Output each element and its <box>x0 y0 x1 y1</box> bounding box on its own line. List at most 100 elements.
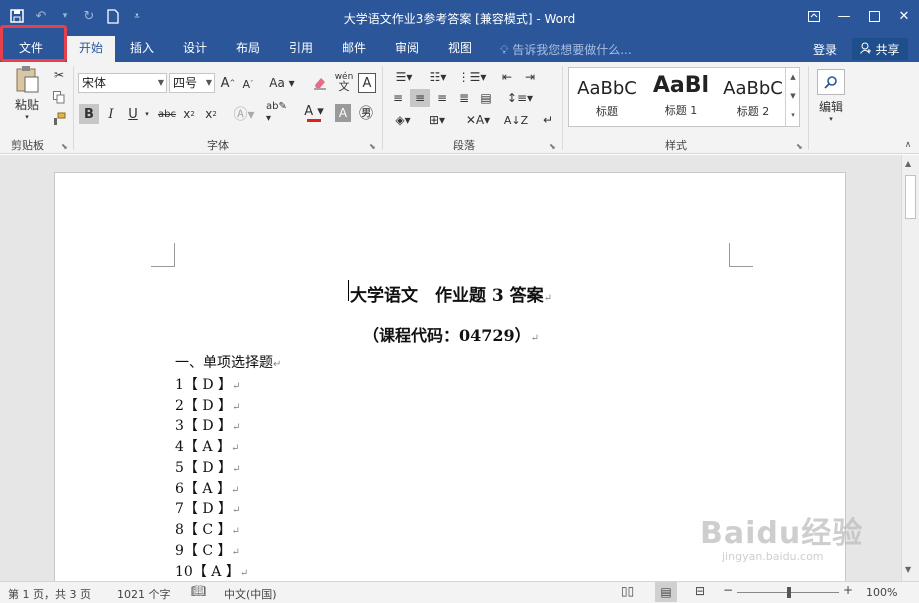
highlight-color-button[interactable]: ab✎ ▾ <box>266 101 294 124</box>
paragraph-mark: ↵ <box>232 464 241 475</box>
watermark-brand: Baidu经验 <box>700 516 864 551</box>
style-sample: AaBl <box>652 73 710 98</box>
scroll-down-icon[interactable]: ▼ <box>905 565 911 574</box>
tab-insert[interactable]: 插入 <box>122 36 162 62</box>
line-spacing-icon[interactable]: ↕≡▾ <box>505 89 535 107</box>
vertical-scrollbar[interactable]: ▲ ▼ <box>901 155 919 581</box>
styles-scroll[interactable]: ▲ ▼ ▾ <box>785 68 800 126</box>
answer-number: 5 <box>175 460 184 476</box>
tab-layout[interactable]: 布局 <box>228 36 268 62</box>
paragraph-group-label: 段落 <box>453 139 475 152</box>
clipboard-launcher-icon[interactable]: ⬊ <box>61 142 68 151</box>
tab-view[interactable]: 视图 <box>440 36 480 62</box>
tab-home[interactable]: 开始 <box>67 36 115 62</box>
ribbon-display-options-icon[interactable] <box>799 0 829 32</box>
collapse-ribbon-icon[interactable]: ∧ <box>901 138 915 152</box>
align-left-icon[interactable]: ≡ <box>388 89 408 107</box>
numbering-icon[interactable]: ☷▾ <box>422 68 454 86</box>
read-mode-icon[interactable]: ▯▯ <box>621 584 634 598</box>
answer-value: D <box>202 418 214 434</box>
shrink-font-icon[interactable]: Aˇ <box>240 75 256 93</box>
paragraph-mark: ↵ <box>239 568 249 579</box>
language-indicator[interactable]: 中文(中国) <box>224 586 277 602</box>
paste-button[interactable]: 粘贴 ▾ <box>10 66 44 121</box>
styles-launcher-icon[interactable]: ⬊ <box>796 142 803 151</box>
font-color-button[interactable]: A ▾ <box>300 102 328 124</box>
login-button[interactable]: 登录 <box>813 41 837 58</box>
answer-line: 2【 D 】↵ <box>175 398 241 414</box>
character-border-icon[interactable]: A <box>358 73 376 93</box>
tab-review[interactable]: 审阅 <box>387 36 427 62</box>
show-formatting-icon[interactable]: ↵ <box>540 111 556 129</box>
group-divider <box>382 66 383 150</box>
tab-mailings[interactable]: 邮件 <box>334 36 374 62</box>
tell-me-text: 告诉我您想要做什么... <box>512 43 632 57</box>
character-shading-icon[interactable]: A <box>335 104 351 122</box>
phonetic-guide-icon[interactable]: wén 文 <box>334 70 354 94</box>
subscript-button[interactable]: x2 <box>180 104 198 124</box>
close-icon[interactable]: ✕ <box>889 0 919 32</box>
chevron-down-icon[interactable]: ▼ <box>786 87 800 106</box>
justify-icon[interactable]: ≣ <box>454 89 474 107</box>
print-layout-icon[interactable]: ▤ <box>655 582 677 602</box>
change-case-icon[interactable]: Aa ▾ <box>268 73 296 93</box>
underline-dropdown-icon[interactable]: ▾ <box>142 108 152 120</box>
minimize-icon[interactable]: — <box>829 0 859 32</box>
more-styles-icon[interactable]: ▾ <box>786 106 800 125</box>
tab-references[interactable]: 引用 <box>281 36 321 62</box>
style-heading-1[interactable]: AaBl 标题 1 <box>645 68 717 126</box>
copy-icon[interactable] <box>50 88 68 106</box>
scroll-thumb[interactable] <box>905 175 916 219</box>
maximize-icon[interactable] <box>859 0 889 32</box>
align-right-icon[interactable]: ≡ <box>432 89 452 107</box>
enclose-characters-icon[interactable]: ㊚ <box>356 103 376 123</box>
web-layout-icon[interactable]: ⊟ <box>695 584 705 598</box>
align-center-icon[interactable]: ≡ <box>410 89 430 107</box>
scroll-up-icon[interactable]: ▲ <box>905 159 911 168</box>
style-title[interactable]: AaBbC 标题 <box>571 68 643 126</box>
font-name-combo[interactable]: 宋体 ▼ <box>78 73 167 93</box>
tell-me-search[interactable]: 💡︎ 告诉我您想要做什么... <box>500 41 632 58</box>
grow-font-icon[interactable]: A ^ <box>220 73 236 93</box>
editing-button[interactable]: 编辑 ▾ <box>814 66 848 126</box>
share-button[interactable]: 共享 <box>852 38 908 60</box>
paragraph-mark: ↵ <box>232 402 241 413</box>
text-effects-icon[interactable]: Ⓐ▾ <box>232 104 256 124</box>
cut-icon[interactable]: ✂ <box>50 66 68 84</box>
increase-indent-icon[interactable]: ⇥ <box>520 68 540 86</box>
italic-button[interactable]: I <box>102 104 120 124</box>
chevron-up-icon[interactable]: ▲ <box>786 68 800 87</box>
strikethrough-button[interactable]: abc <box>156 104 178 124</box>
decrease-indent-icon[interactable]: ⇤ <box>497 68 517 86</box>
bullets-icon[interactable]: ☰▾ <box>388 68 420 86</box>
sort-icon[interactable]: A↓Z <box>504 111 528 129</box>
zoom-slider-thumb[interactable] <box>787 587 791 598</box>
bold-button[interactable]: B <box>79 104 99 124</box>
underline-button[interactable]: U <box>124 104 142 124</box>
answer-number: 7 <box>175 501 184 517</box>
margin-mark <box>151 243 175 267</box>
answer-number: 10 <box>175 564 193 580</box>
style-heading-2[interactable]: AaBbC 标题 2 <box>717 68 789 126</box>
multilevel-list-icon[interactable]: ⋮☰▾ <box>456 68 488 86</box>
borders-icon[interactable]: ⊞▾ <box>422 111 452 129</box>
zoom-out-icon[interactable]: − <box>723 583 733 597</box>
zoom-in-icon[interactable]: + <box>843 583 853 597</box>
page-count[interactable]: 第 1 页，共 3 页 <box>8 586 91 602</box>
font-launcher-icon[interactable]: ⬊ <box>369 142 376 151</box>
superscript-button[interactable]: x2 <box>202 104 220 124</box>
proofing-icon[interactable]: 📖︎ <box>191 584 206 598</box>
tab-design[interactable]: 设计 <box>175 36 215 62</box>
zoom-level[interactable]: 100% <box>866 586 897 599</box>
paragraph-mark: ↵ <box>543 293 553 304</box>
clear-formatting-icon[interactable] <box>310 73 330 93</box>
format-painter-icon[interactable] <box>50 110 68 128</box>
asian-layout-icon[interactable]: ✕A▾ <box>464 111 492 129</box>
distributed-icon[interactable]: ▤ <box>476 89 496 107</box>
paragraph-mark: ↵ <box>232 505 241 516</box>
shading-icon[interactable]: ◈▾ <box>388 111 418 129</box>
word-count[interactable]: 1021 个字 <box>117 586 171 602</box>
answer-value: C <box>202 522 214 538</box>
font-size-combo[interactable]: 四号 ▼ <box>169 73 215 93</box>
paragraph-launcher-icon[interactable]: ⬊ <box>549 142 556 151</box>
